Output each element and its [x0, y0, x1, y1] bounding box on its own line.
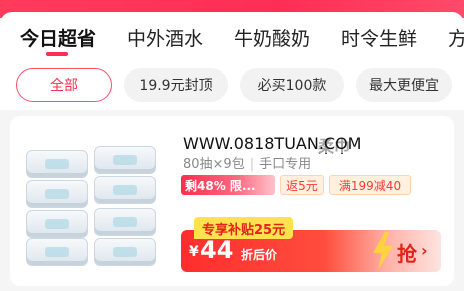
- cashback-tag: 返5元: [280, 175, 324, 195]
- product-spec: 80抽×9包 | 手口专用: [183, 153, 311, 172]
- chip-must-buy-100[interactable]: 必买100款: [240, 68, 344, 102]
- spec-divider: |: [249, 157, 255, 172]
- tab-partial-next[interactable]: 方: [448, 24, 464, 51]
- full-reduction-tag: 满199减40: [329, 175, 411, 195]
- wipes-pack: [26, 150, 88, 178]
- stock-remaining-tag: 剩48% 限...: [181, 175, 275, 195]
- price-value: 44: [200, 236, 234, 264]
- spec-type: 手口专用: [259, 157, 312, 172]
- chip-all[interactable]: 全部: [16, 68, 112, 102]
- price-currency: ¥: [189, 244, 199, 260]
- wipes-pack: [26, 180, 88, 208]
- wipes-pack: [94, 208, 156, 236]
- chevron-right-icon: ›: [421, 241, 428, 260]
- tab-wine-drinks[interactable]: 中外酒水: [127, 24, 203, 51]
- wipes-pack: [94, 146, 156, 174]
- grab-button[interactable]: 抢: [397, 238, 417, 267]
- tab-today-savings[interactable]: 今日超省: [20, 24, 96, 51]
- wipes-pack: [94, 176, 156, 204]
- wipes-pack: [26, 210, 88, 238]
- tab-seasonal-fresh[interactable]: 时令生鲜: [341, 24, 417, 51]
- wipes-pack: [94, 238, 156, 266]
- chip-biggest-cheaper[interactable]: 最大更便宜: [356, 68, 452, 102]
- chip-19-9-cap[interactable]: 19.9元封顶: [124, 68, 228, 102]
- filter-chips-row: 全部 19.9元封顶 必买100款 最大更便宜: [0, 60, 464, 110]
- spec-count: 80抽×9包: [183, 157, 245, 172]
- subsidy-badge: 专享补贴25元: [194, 217, 294, 239]
- lightning-icon: [373, 232, 393, 270]
- active-tab-underline: [46, 52, 68, 56]
- price-label: 折后价: [241, 248, 278, 262]
- watermark-overlay: WWW.0818TUAN.COM: [183, 134, 362, 153]
- category-nav: 今日超省 中外酒水 牛奶酸奶 时令生鲜 方: [0, 12, 464, 60]
- product-image[interactable]: [18, 138, 162, 268]
- tab-milk-yogurt[interactable]: 牛奶酸奶: [234, 24, 310, 51]
- wipes-pack: [26, 238, 88, 266]
